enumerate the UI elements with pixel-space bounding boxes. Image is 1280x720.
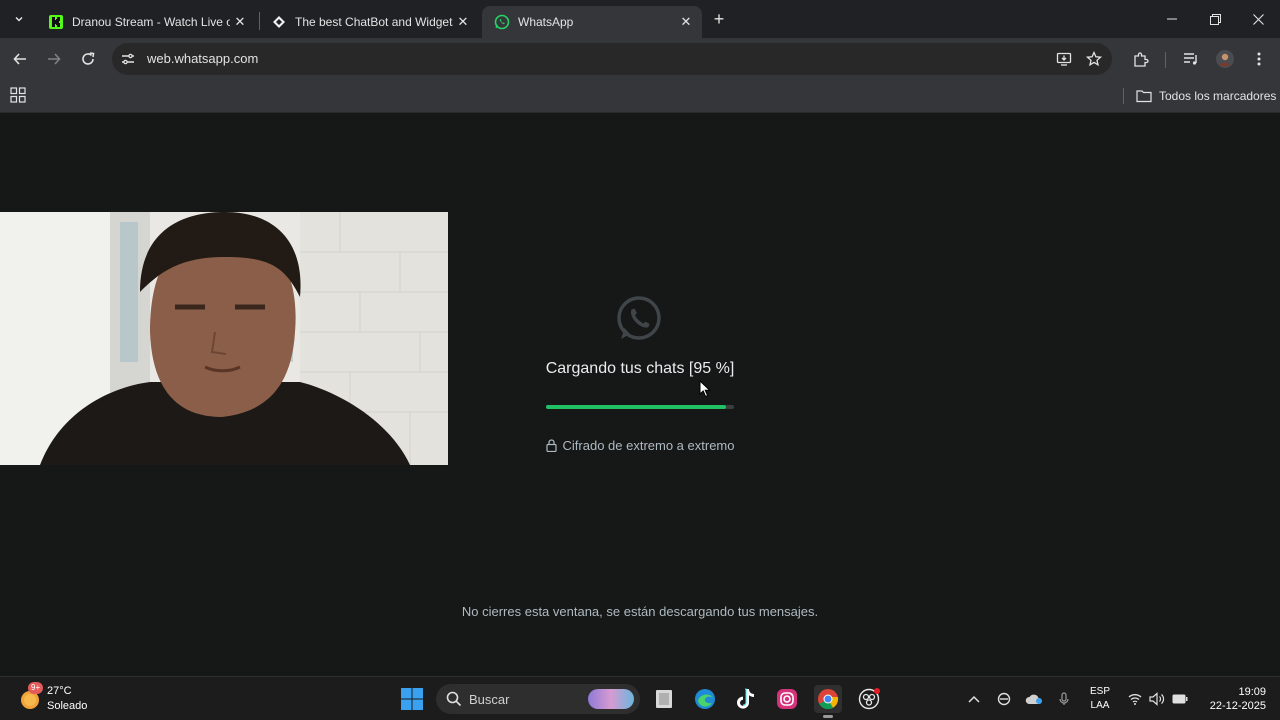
wifi-icon[interactable] [1125, 689, 1145, 709]
obs-icon[interactable] [856, 686, 882, 712]
install-app-icon[interactable] [1055, 50, 1073, 68]
tab-title: The best ChatBot and Widgets [295, 15, 453, 29]
loading-progress-bar [546, 405, 734, 409]
windows-taskbar: 9+ 27°C Soleado Buscar ESP LAA 19:09 22-… [0, 676, 1280, 720]
battery-icon[interactable] [1170, 689, 1190, 709]
tab-title: WhatsApp [518, 15, 574, 29]
tab-whatsapp[interactable]: WhatsApp ✕ [482, 6, 702, 38]
tab-title: Dranou Stream - Watch Live on [72, 15, 230, 29]
restore-icon[interactable] [1202, 6, 1228, 32]
system-clock[interactable]: 19:09 22-12-2025 [1196, 685, 1266, 713]
clock-time: 19:09 [1238, 686, 1266, 698]
tray-app-icon[interactable] [994, 689, 1014, 709]
tab-search-chevron-icon[interactable] [8, 8, 30, 30]
tab-close-icon[interactable]: ✕ [453, 12, 473, 32]
taskbar-search[interactable]: Buscar [436, 684, 640, 714]
search-highlight-image [588, 689, 634, 709]
folder-icon [1136, 90, 1152, 103]
progress-fill [546, 405, 727, 409]
apps-grid-icon[interactable] [10, 87, 28, 105]
media-controls-icon[interactable] [1180, 48, 1202, 70]
close-window-icon[interactable] [1245, 6, 1271, 32]
loading-status-text: Cargando tus chats [95 %] [545, 360, 735, 377]
weather-temperature[interactable]: 27°C [47, 685, 72, 697]
extensions-puzzle-icon[interactable] [1130, 48, 1152, 70]
whatsapp-logo-icon [494, 14, 510, 30]
kick-logo-icon [48, 14, 64, 30]
back-arrow-icon[interactable] [9, 48, 31, 70]
tab-close-icon[interactable]: ✕ [676, 12, 696, 32]
windows-start-icon[interactable] [400, 687, 424, 711]
input-language-indicator[interactable]: ESP LAA [1089, 685, 1111, 713]
minimize-icon[interactable] [1159, 6, 1185, 32]
more-menu-icon[interactable] [1248, 48, 1270, 70]
weather-badge: 9+ [28, 682, 44, 694]
site-info-icon[interactable] [120, 51, 136, 67]
search-placeholder: Buscar [469, 692, 510, 707]
download-notice-text: No cierres esta ventana, se están descar… [461, 604, 819, 619]
browser-tabstrip: Dranou Stream - Watch Live on ✕ The best… [0, 0, 1280, 38]
instagram-icon[interactable] [774, 686, 800, 712]
url-text: web.whatsapp.com [147, 51, 259, 66]
new-tab-icon[interactable]: + [708, 8, 730, 30]
whatsapp-logo-icon [614, 294, 664, 344]
reload-icon[interactable] [77, 48, 99, 70]
lock-icon [545, 439, 557, 452]
tab-dranou-stream[interactable]: Dranou Stream - Watch Live on ✕ [36, 6, 256, 38]
browser-toolbar: web.whatsapp.com [0, 38, 1280, 80]
bookmark-star-icon[interactable] [1085, 50, 1103, 68]
keyboard-layout: LAA [1090, 700, 1110, 711]
tab-chatbot-widgets[interactable]: The best ChatBot and Widgets ✕ [259, 6, 479, 38]
bookmarks-divider [1123, 88, 1124, 104]
file-explorer-icon[interactable] [651, 686, 677, 712]
address-bar[interactable]: web.whatsapp.com [112, 43, 1112, 75]
encryption-notice: Cifrado de extremo a extremo [540, 438, 740, 453]
language-code: ESP [1089, 686, 1110, 697]
toolbar-divider [1165, 52, 1166, 68]
whatsapp-loading-screen: Cargando tus chats [95 %] Cifrado de ext… [0, 114, 1280, 676]
onedrive-cloud-icon[interactable] [1024, 689, 1044, 709]
search-icon [446, 691, 462, 707]
tiktok-icon[interactable] [732, 686, 758, 712]
forward-arrow-icon[interactable] [43, 48, 65, 70]
bookmarks-bar: Todos los marcadores [0, 80, 1280, 113]
all-bookmarks-button[interactable]: Todos los marcadores [1136, 86, 1276, 106]
tab-close-icon[interactable]: ✕ [230, 12, 250, 32]
weather-description[interactable]: Soleado [47, 700, 87, 712]
volume-icon[interactable] [1147, 689, 1167, 709]
chrome-icon[interactable] [814, 685, 842, 718]
webcam-overlay [0, 212, 448, 465]
profile-avatar[interactable] [1214, 48, 1236, 70]
encryption-text: Cifrado de extremo a extremo [562, 438, 735, 453]
diamond-icon [271, 14, 287, 30]
microphone-icon[interactable] [1054, 689, 1074, 709]
clock-date: 22-12-2025 [1209, 700, 1266, 712]
active-app-indicator [823, 715, 833, 718]
all-bookmarks-label: Todos los marcadores [1159, 89, 1277, 103]
mouse-cursor-icon [699, 379, 711, 398]
show-hidden-icons-chevron-icon[interactable] [964, 689, 984, 709]
edge-icon[interactable] [692, 686, 718, 712]
